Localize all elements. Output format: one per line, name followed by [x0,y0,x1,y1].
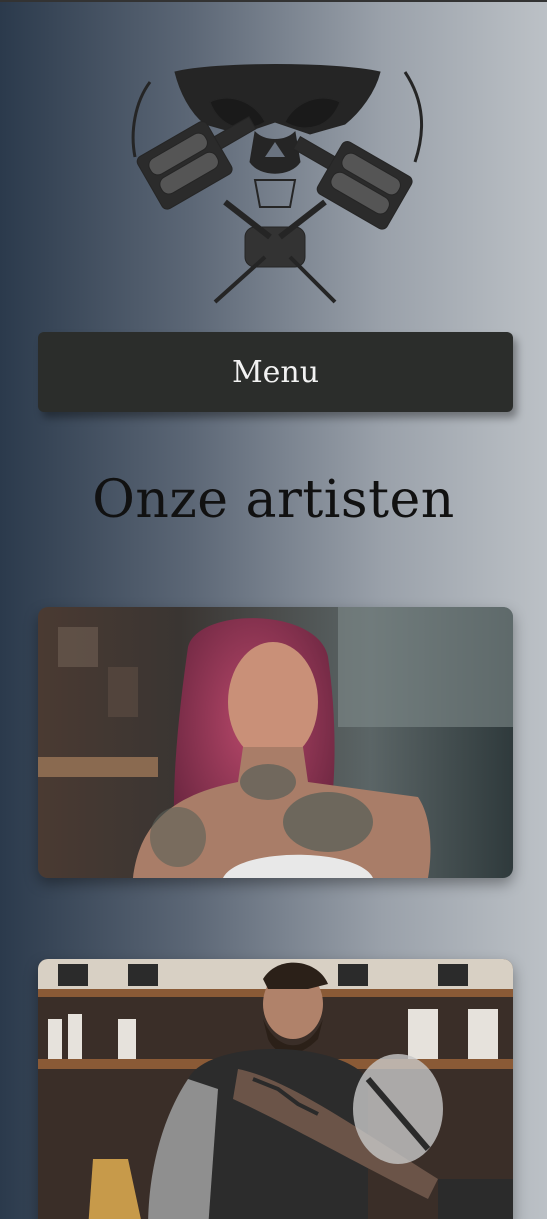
page-title: Onze artisten [92,470,455,530]
menu-button[interactable]: Menu [38,332,513,412]
skull-tattoo-logo-icon[interactable] [105,62,445,307]
artist-card-1[interactable] [38,607,513,878]
top-border [0,0,547,2]
artist-card-2[interactable] [38,959,513,1219]
artist-photo-woman-icon [38,607,513,878]
artist-photo-man-icon [38,959,513,1219]
menu-button-label: Menu [231,354,320,390]
